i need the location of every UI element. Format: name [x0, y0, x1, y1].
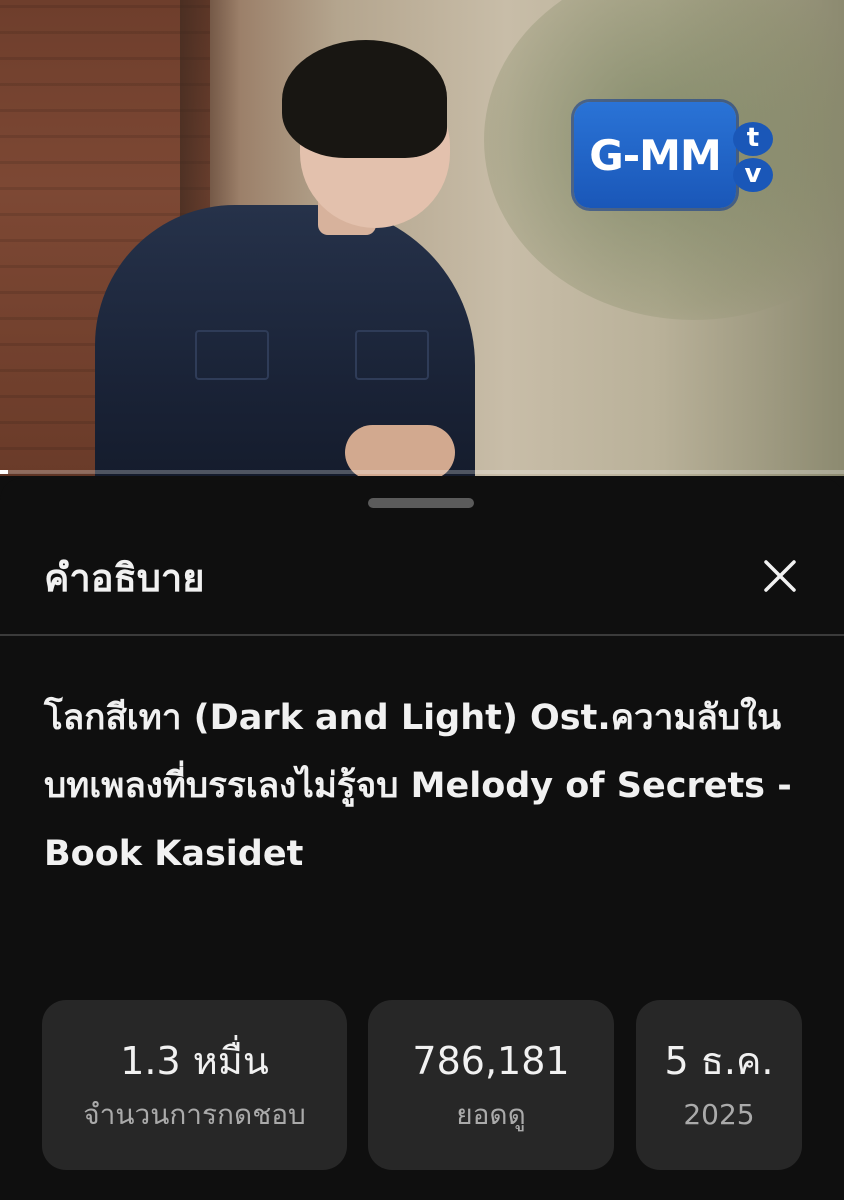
sheet-title: คำอธิบาย — [44, 556, 205, 600]
likes-label: จำนวนการกดชอบ — [83, 1098, 306, 1131]
video-frame-person-hand — [345, 425, 455, 476]
gmmtv-logo-text: G-MM — [589, 130, 721, 180]
publish-year: 2025 — [683, 1098, 755, 1131]
gmmtv-logo-tv-mark: t v — [730, 118, 776, 196]
description-sheet: คำอธิบาย โลกสีเทา (Dark and Light) Ost.ค… — [0, 478, 844, 1200]
video-title: โลกสีเทา (Dark and Light) Ost.ความลับในบ… — [44, 698, 792, 874]
gmmtv-logo-v: v — [733, 158, 773, 192]
video-progress-fill — [0, 470, 9, 474]
video-frame-pocket-right — [355, 330, 429, 380]
sheet-drag-handle[interactable] — [368, 498, 474, 508]
close-button[interactable] — [748, 544, 812, 608]
video-frame-pocket-left — [195, 330, 269, 380]
video-frame-person-hair — [282, 40, 447, 158]
likes-stat-card: 1.3 หมื่น จำนวนการกดชอบ — [42, 1000, 347, 1170]
close-icon — [764, 560, 796, 592]
publish-date: 5 ธ.ค. — [664, 1039, 774, 1083]
likes-count: 1.3 หมื่น — [120, 1039, 269, 1083]
views-count: 786,181 — [412, 1039, 570, 1083]
video-player[interactable]: G-MM t v — [0, 0, 844, 476]
date-stat-card: 5 ธ.ค. 2025 — [636, 1000, 802, 1170]
views-label: ยอดดู — [456, 1098, 526, 1131]
views-stat-card: 786,181 ยอดดู — [368, 1000, 614, 1170]
gmmtv-logo-t: t — [733, 122, 773, 156]
video-progress-bar[interactable] — [0, 470, 844, 474]
gmmtv-logo: G-MM — [574, 102, 736, 208]
sheet-divider — [0, 634, 844, 636]
